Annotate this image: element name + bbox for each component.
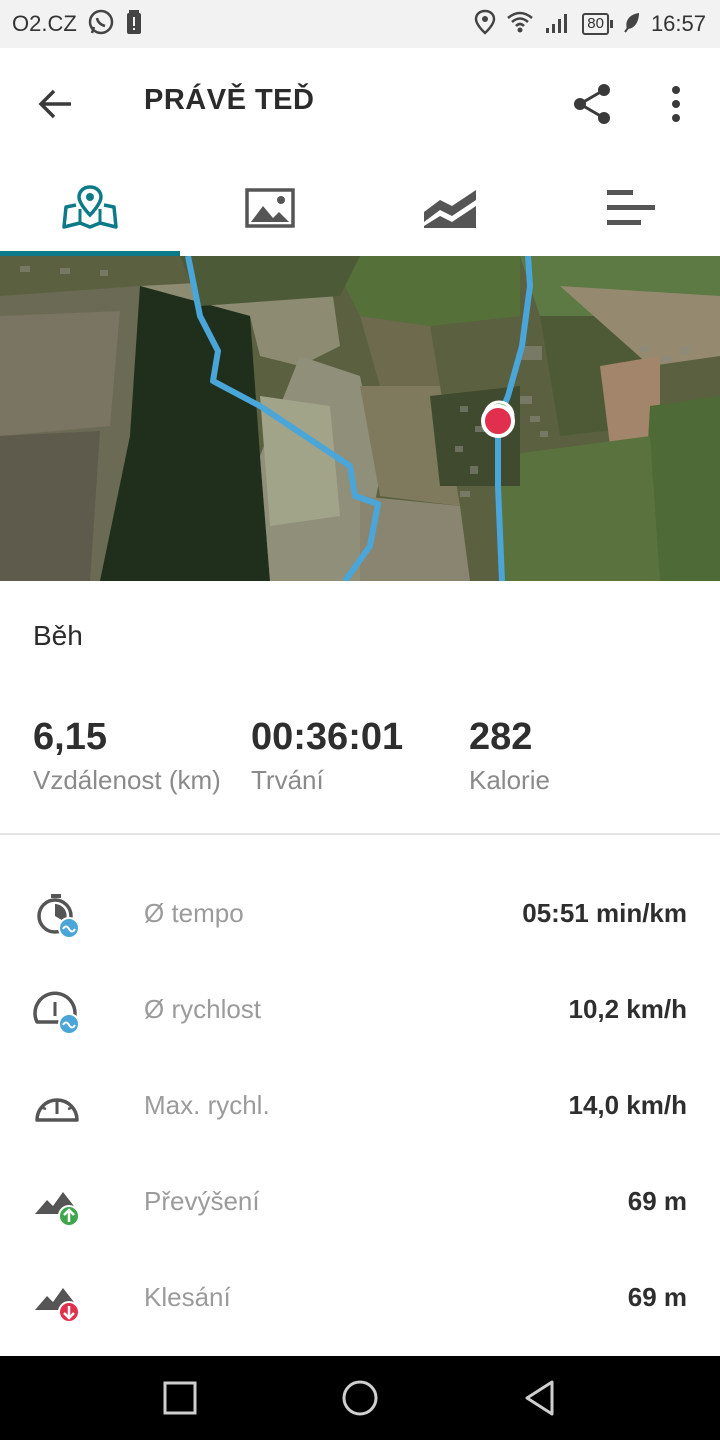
detail-row-ascent: Převýšení 69 m <box>0 1156 720 1252</box>
photo-icon <box>245 188 295 228</box>
stopwatch-avg-icon <box>33 892 81 940</box>
satellite-map <box>0 256 720 581</box>
detail-row-max-speed: Max. rychl. 14,0 km/h <box>0 1060 720 1156</box>
whatsapp-icon <box>87 8 115 41</box>
activity-type: Běh <box>33 620 83 651</box>
detail-row-descent: Klesání 69 m <box>0 1252 720 1348</box>
clock: 16:57 <box>650 11 706 36</box>
avg-speed-value: 10,2 km/h <box>568 994 687 1024</box>
back-icon <box>525 1380 554 1416</box>
divider <box>0 833 720 835</box>
recents-icon <box>163 1381 197 1415</box>
tab-map[interactable] <box>0 160 180 256</box>
tab-charts[interactable] <box>360 160 540 256</box>
ascent-icon <box>33 1180 81 1228</box>
battery-icon: 80 <box>582 13 613 35</box>
carrier-label: O2.CZ <box>12 11 77 36</box>
page-title: PRÁVĚ TEĎ <box>144 84 315 116</box>
duration-stat: 00:36:01 Trvání <box>251 716 403 796</box>
calories-stat: 282 Kalorie <box>469 716 550 796</box>
ascent-value: 69 m <box>627 1186 687 1216</box>
detail-row-avg-speed: Ø rychlost 10,2 km/h <box>0 964 720 1060</box>
back-button[interactable] <box>30 82 80 126</box>
wifi-icon <box>506 10 534 39</box>
battery-alert-icon <box>125 8 143 41</box>
descent-icon <box>33 1276 81 1324</box>
end-marker <box>481 404 515 438</box>
status-bar: O2.CZ 80 16:57 <box>0 0 720 48</box>
system-nav-bar <box>0 1356 720 1440</box>
duration-label: Trvání <box>251 765 324 795</box>
max-speed-value: 14,0 km/h <box>568 1090 687 1120</box>
pace-value: 05:51 min/km <box>522 898 687 928</box>
pace-label: Ø tempo <box>144 898 244 928</box>
distance-stat: 6,15 Vzdálenost (km) <box>33 716 221 796</box>
bars-icon <box>607 190 655 225</box>
signal-icon <box>544 10 572 39</box>
tab-details[interactable] <box>540 160 720 256</box>
descent-label: Klesání <box>144 1282 231 1312</box>
nav-back-button[interactable] <box>516 1374 564 1422</box>
map-icon <box>62 185 118 229</box>
duration-value: 00:36:01 <box>251 716 404 758</box>
calories-value: 282 <box>469 716 533 758</box>
home-icon <box>342 1380 378 1416</box>
share-button[interactable] <box>566 78 618 130</box>
detail-row-pace: Ø tempo 05:51 min/km <box>0 868 720 964</box>
location-icon <box>474 9 496 40</box>
more-options-button[interactable] <box>652 78 700 130</box>
share-icon <box>574 84 610 124</box>
home-button[interactable] <box>336 1374 384 1422</box>
distance-value: 6,15 <box>33 716 107 758</box>
descent-value: 69 m <box>627 1282 687 1312</box>
battery-level: 80 <box>582 13 609 35</box>
calories-label: Kalorie <box>469 765 550 795</box>
ascent-label: Převýšení <box>144 1186 260 1216</box>
tab-bar <box>0 160 720 256</box>
leaf-icon <box>623 11 641 38</box>
tab-photos[interactable] <box>180 160 360 256</box>
distance-label: Vzdálenost (km) <box>33 765 221 795</box>
more-vert-icon <box>672 86 680 122</box>
recents-button[interactable] <box>156 1374 204 1422</box>
speedometer-avg-icon <box>33 988 81 1036</box>
route-map[interactable] <box>0 256 720 581</box>
speedometer-icon <box>33 1084 81 1132</box>
app-bar: PRÁVĚ TEĎ <box>0 48 720 160</box>
avg-speed-label: Ø rychlost <box>144 994 262 1024</box>
max-speed-label: Max. rychl. <box>144 1090 270 1120</box>
back-arrow-icon <box>38 89 71 119</box>
chart-icon <box>424 190 476 228</box>
